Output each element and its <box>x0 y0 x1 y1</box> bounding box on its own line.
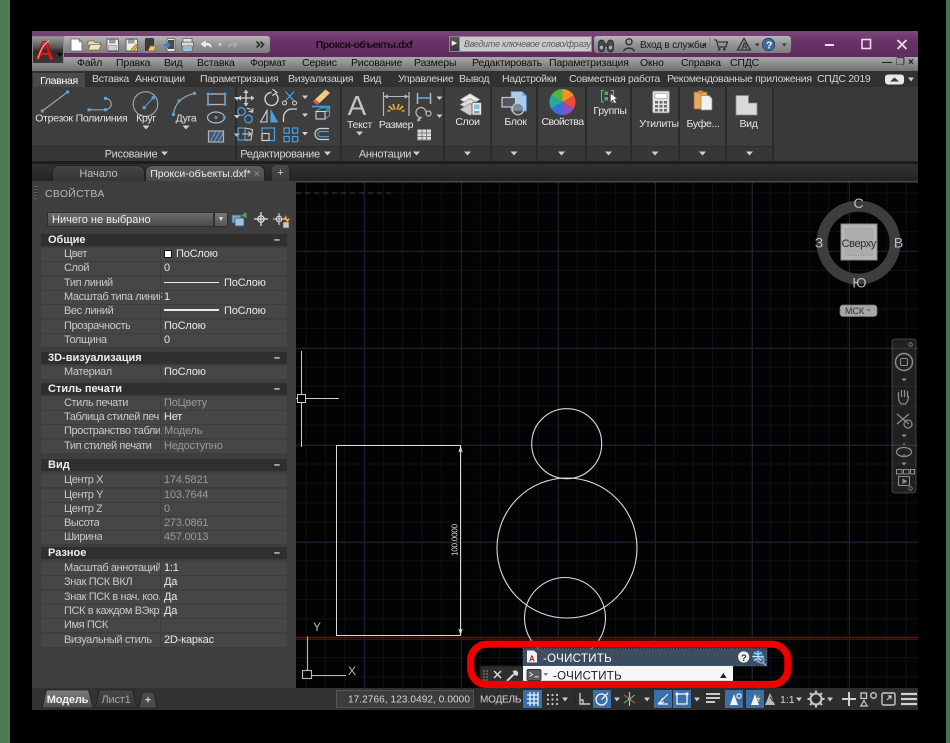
svg-text:Группы: Группы <box>593 105 626 117</box>
svg-text:Отрезок: Отрезок <box>35 113 73 125</box>
svg-text:A: A <box>741 41 748 51</box>
svg-text:Буфе...: Буфе... <box>687 118 720 130</box>
svg-text:Дуга: Дуга <box>176 113 197 125</box>
svg-text:Модель: Модель <box>47 694 89 706</box>
svg-text:Блок: Блок <box>504 116 527 128</box>
svg-text:X: X <box>348 664 356 678</box>
svg-text:1:1: 1:1 <box>780 694 795 706</box>
svg-text:В: В <box>894 235 903 251</box>
svg-text:Текст: Текст <box>347 119 372 131</box>
svg-text:Сверху: Сверху <box>842 238 877 250</box>
svg-text:З: З <box>815 235 823 251</box>
svg-text:Редактирование: Редактирование <box>240 149 320 161</box>
svg-text:Аннотации: Аннотации <box>359 149 411 161</box>
svg-text:-ОЧИСТИТЬ: -ОЧИСТИТЬ <box>543 653 612 665</box>
svg-text:Вид: Вид <box>739 118 757 130</box>
svg-text:-ОЧИСТИТЬ: -ОЧИСТИТЬ <box>553 671 622 683</box>
svg-text:Слои: Слои <box>455 116 480 128</box>
svg-text:Утилиты: Утилиты <box>639 118 679 130</box>
svg-text:100.0000: 100.0000 <box>451 523 460 556</box>
svg-text:Размер: Размер <box>379 119 414 131</box>
svg-text:Вход в службы: Вход в службы <box>640 39 707 51</box>
svg-text:?: ? <box>741 653 747 664</box>
svg-text:МСК: МСК <box>845 306 865 316</box>
svg-text:A: A <box>348 90 367 121</box>
svg-text:A: A <box>529 655 535 664</box>
svg-text:17.2766, 123.0492, 0.0000: 17.2766, 123.0492, 0.0000 <box>348 695 470 706</box>
svg-text:Лист1: Лист1 <box>101 694 130 706</box>
svg-text:Рисование: Рисование <box>105 149 158 161</box>
svg-text:Y: Y <box>313 620 321 634</box>
svg-text:Круг: Круг <box>136 113 156 125</box>
svg-text:?: ? <box>766 39 772 51</box>
svg-text:С: С <box>853 195 863 211</box>
svg-text:МОДЕЛЬ: МОДЕЛЬ <box>480 695 522 706</box>
svg-text:Полилиния: Полилиния <box>76 113 128 125</box>
svg-text:+: + <box>145 695 151 707</box>
svg-text:A: A <box>35 37 55 63</box>
svg-text:Ю: Ю <box>852 275 866 291</box>
svg-text:Свойства: Свойства <box>541 116 584 128</box>
